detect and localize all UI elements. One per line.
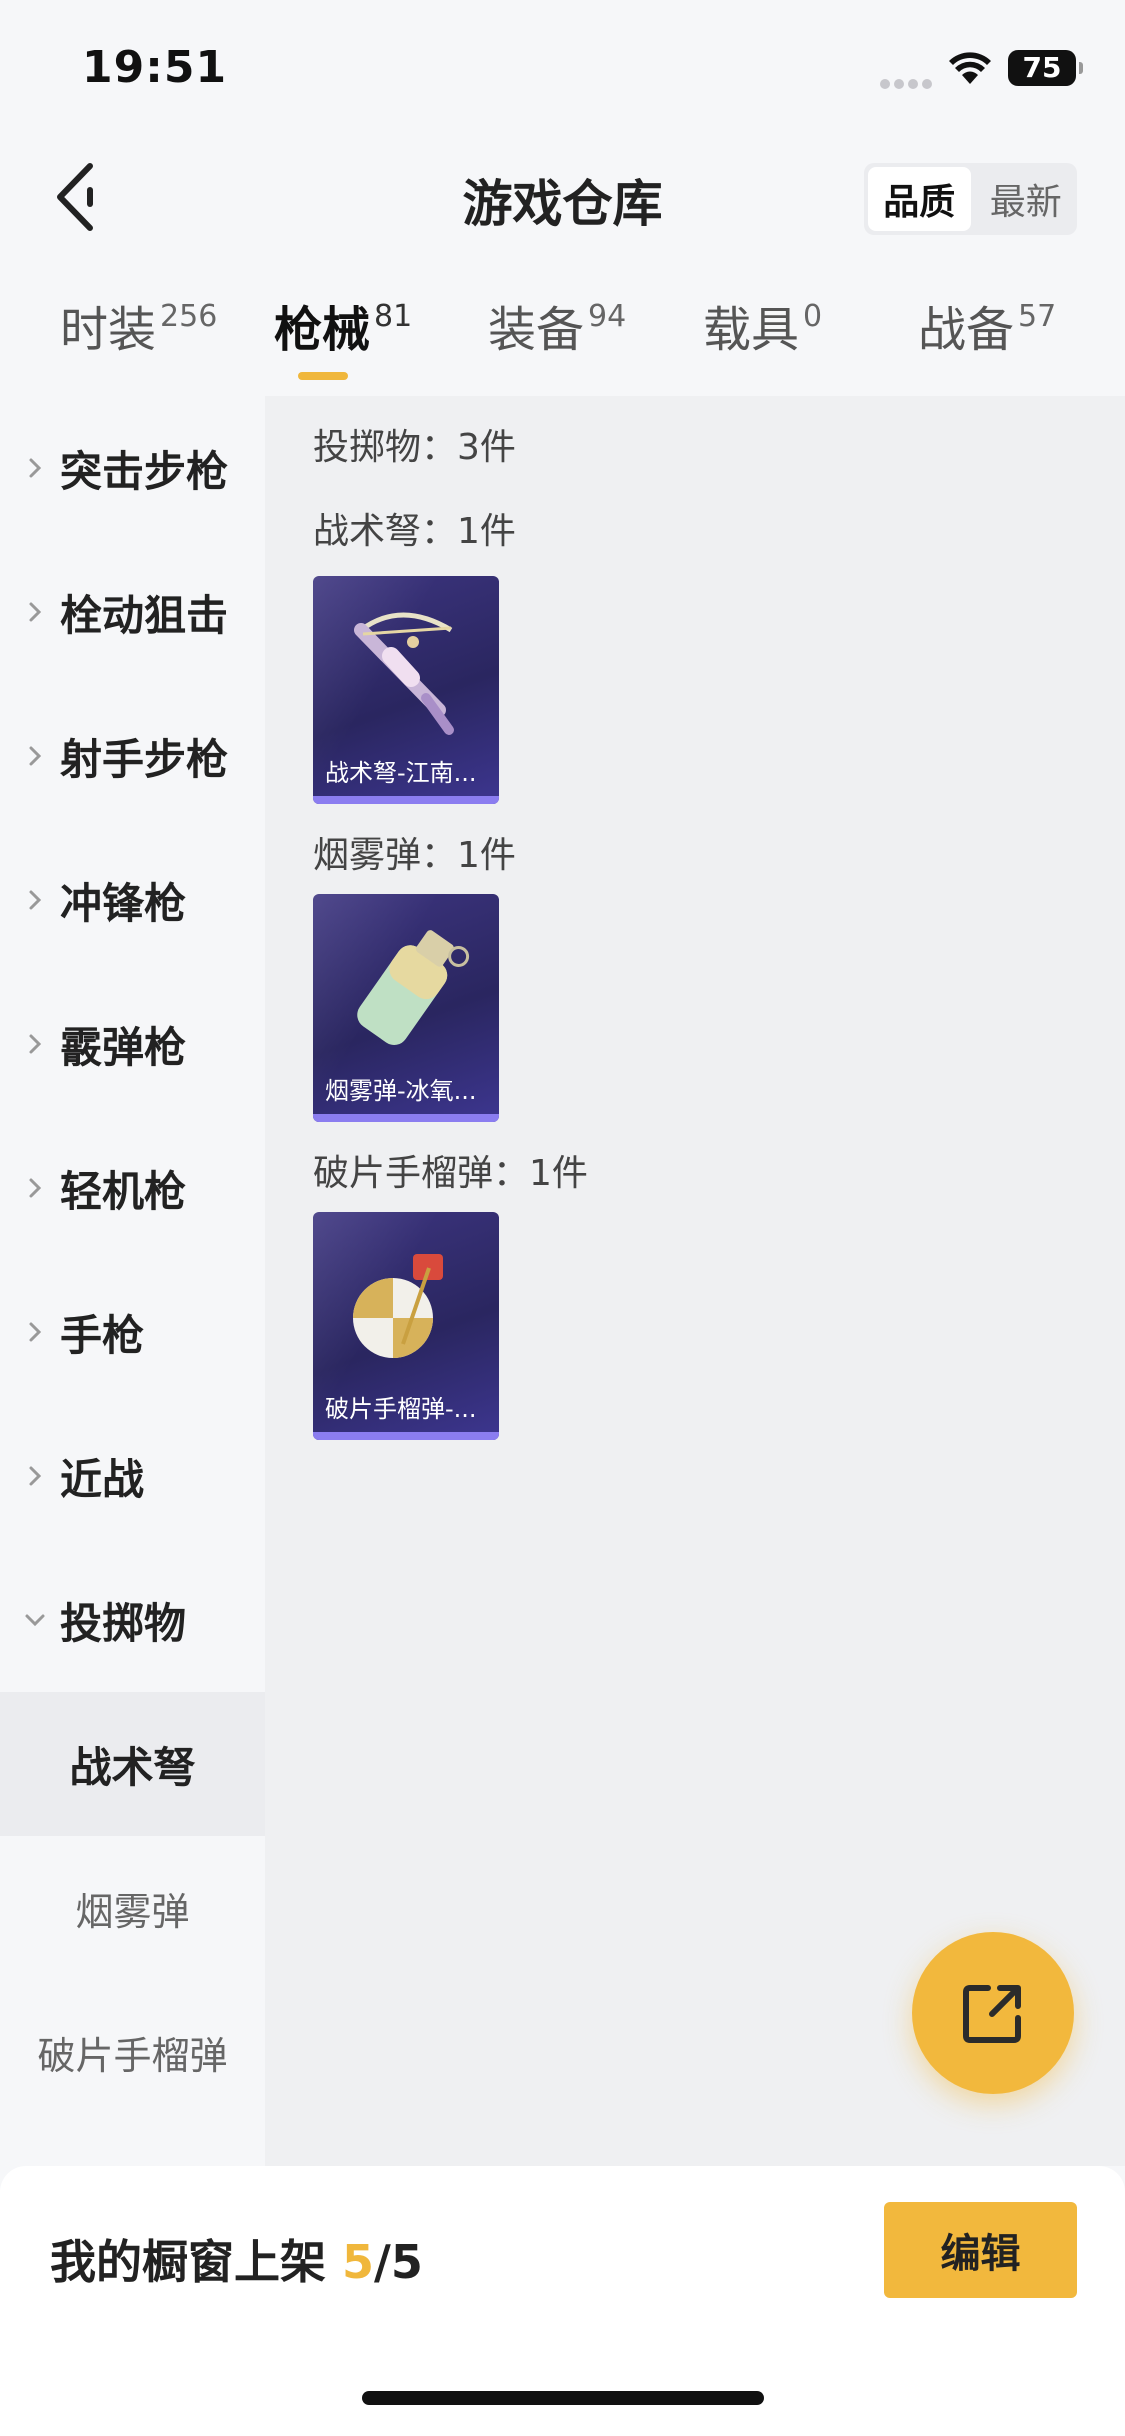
- sidebar-item-label: 霰弹枪: [60, 1022, 187, 1072]
- sidebar-item-lmg[interactable]: 轻机枪: [0, 1116, 265, 1260]
- sidebar-item-shotgun[interactable]: 霰弹枪: [0, 972, 265, 1116]
- sidebar-item-assault-rifle[interactable]: 突击步枪: [0, 396, 265, 540]
- rarity-stripe: [313, 1114, 499, 1122]
- tab-label: 装备: [488, 302, 585, 358]
- sidebar-subitem-smoke[interactable]: 烟雾弹: [0, 1836, 265, 1980]
- rarity-stripe: [313, 796, 499, 804]
- chevron-right-icon: [29, 602, 42, 622]
- rarity-stripe: [313, 1432, 499, 1440]
- chevron-right-icon: [29, 890, 42, 910]
- group-title: 战术弩：1件: [313, 511, 516, 552]
- sidebar-item-label: 近战: [60, 1454, 145, 1504]
- sidebar-item-label: 栓动狙击: [60, 590, 229, 640]
- sidebar-item-label: 突击步枪: [60, 446, 229, 496]
- cellular-signal-icon: [880, 74, 936, 89]
- sort-newest-button[interactable]: 最新: [975, 163, 1078, 235]
- tab-label: 载具: [703, 302, 800, 358]
- item-card[interactable]: 破片手榴弹-...: [313, 1212, 499, 1440]
- tab-supplies[interactable]: 战备 57: [918, 290, 1056, 390]
- showcase-total: /5: [374, 2235, 423, 2289]
- chevron-right-icon: [29, 1466, 42, 1486]
- back-arrow-icon[interactable]: [50, 160, 100, 234]
- tab-vehicles[interactable]: 载具 0: [703, 290, 822, 390]
- chevron-right-icon: [29, 458, 42, 478]
- chevron-right-icon: [29, 1178, 42, 1198]
- tab-count: 256: [160, 299, 218, 334]
- sidebar-item-pistol[interactable]: 手枪: [0, 1260, 265, 1404]
- sidebar-item-label: 手枪: [60, 1310, 145, 1360]
- battery-icon: 75: [1008, 50, 1083, 86]
- tab-count: 0: [803, 299, 823, 334]
- showcase-label: 我的橱窗上架: [50, 2235, 326, 2289]
- sidebar-item-label: 投掷物: [60, 1598, 187, 1648]
- chevron-down-icon: [25, 1614, 45, 1627]
- battery-level: 75: [1022, 51, 1062, 84]
- sidebar-item-label: 射手步枪: [60, 734, 229, 784]
- tab-fashion[interactable]: 时装 256: [60, 290, 217, 390]
- tab-equipment[interactable]: 装备 94: [488, 290, 626, 390]
- status-bar: 19:51 75: [0, 0, 1125, 130]
- chevron-right-icon: [29, 746, 42, 766]
- active-tab-indicator: [298, 372, 348, 380]
- summary-title: 投掷物：3件: [313, 427, 516, 468]
- tab-label: 时装: [60, 302, 157, 358]
- sidebar-item-label: 轻机枪: [60, 1166, 187, 1216]
- category-tabs: 时装 256 枪械 81 装备 94 载具 0 战备 57: [0, 290, 1125, 390]
- group-title: 破片手榴弹：1件: [313, 1153, 588, 1194]
- status-time: 19:51: [82, 42, 228, 93]
- group-title: 烟雾弹：1件: [313, 835, 516, 876]
- wifi-icon: [949, 52, 991, 84]
- frag-grenade-icon: [353, 1254, 443, 1358]
- chevron-right-icon: [29, 1034, 42, 1054]
- tab-count: 81: [374, 299, 413, 334]
- share-icon: [963, 1985, 1021, 2043]
- sidebar-item-melee[interactable]: 近战: [0, 1404, 265, 1548]
- item-card[interactable]: 战术弩-江南...: [313, 576, 499, 804]
- tab-label: 枪械: [274, 302, 371, 358]
- sidebar-item-label: 冲锋枪: [60, 878, 187, 928]
- item-name: 破片手榴弹-...: [325, 1395, 477, 1423]
- sidebar-subitem-frag[interactable]: 破片手榴弹: [0, 1980, 265, 2124]
- crossbow-icon: [354, 612, 454, 735]
- chevron-right-icon: [29, 1322, 42, 1342]
- sidebar-subitem-crossbow[interactable]: 战术弩: [0, 1692, 265, 1836]
- sort-quality-button[interactable]: 品质: [868, 167, 971, 231]
- tab-label: 战备: [918, 302, 1015, 358]
- sidebar: 突击步枪 栓动狙击 射手步枪 冲锋枪 霰弹枪 轻机枪 手枪 近战 投掷物 战术弩…: [0, 396, 265, 2166]
- tab-count: 57: [1018, 299, 1057, 334]
- sort-toggle[interactable]: 品质 最新: [864, 163, 1077, 235]
- item-list: 投掷物：3件 战术弩：1件 战术弩-江南... 烟雾弹：1件 烟雾弹-冰氧...: [265, 396, 1125, 2166]
- sidebar-item-smg[interactable]: 冲锋枪: [0, 828, 265, 972]
- share-button[interactable]: [912, 1932, 1074, 2094]
- smoke-grenade-icon: [357, 930, 470, 1046]
- edit-button[interactable]: 编辑: [884, 2202, 1077, 2298]
- item-name: 战术弩-江南...: [325, 759, 477, 787]
- showcase-current: 5: [342, 2235, 375, 2289]
- item-name: 烟雾弹-冰氧...: [325, 1077, 477, 1105]
- item-card[interactable]: 烟雾弹-冰氧...: [313, 894, 499, 1122]
- sidebar-item-marksman-rifle[interactable]: 射手步枪: [0, 684, 265, 828]
- sidebar-item-bolt-sniper[interactable]: 栓动狙击: [0, 540, 265, 684]
- showcase-status: 我的橱窗上架 5/5: [50, 2226, 423, 2292]
- sidebar-item-throwables[interactable]: 投掷物: [0, 1548, 265, 1692]
- home-indicator[interactable]: [362, 2391, 764, 2405]
- tab-count: 94: [588, 299, 627, 334]
